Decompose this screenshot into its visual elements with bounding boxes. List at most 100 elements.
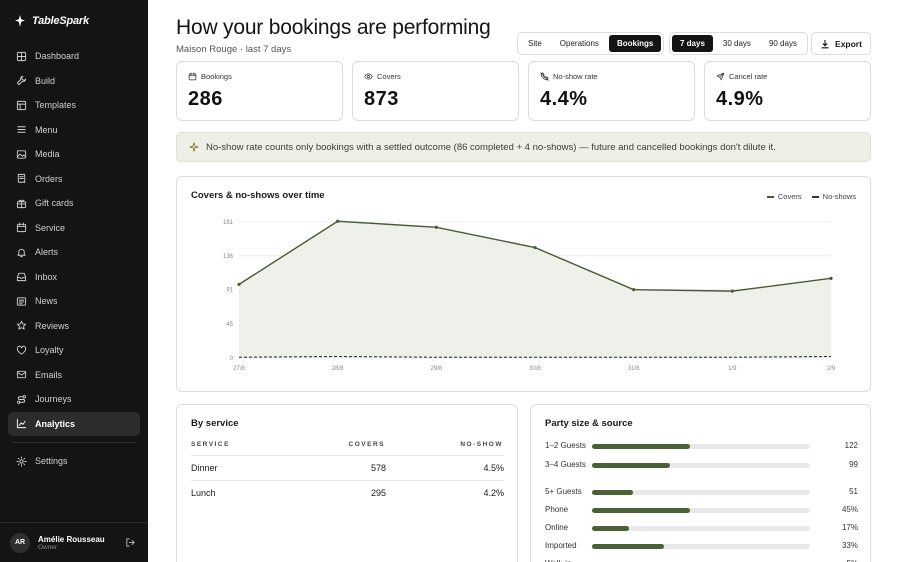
col-service[interactable]: SERVICE bbox=[191, 441, 230, 448]
phone-off-icon bbox=[540, 72, 549, 81]
x-tick-label: 31/8 bbox=[628, 366, 640, 372]
star-icon bbox=[16, 320, 27, 330]
sidebar-item-label: Orders bbox=[35, 173, 63, 184]
covers-chart-card: Covers & no-shows over time Covers No-sh… bbox=[176, 176, 871, 392]
sidebar-item-label: Emails bbox=[35, 369, 63, 380]
calendar-icon bbox=[188, 72, 197, 81]
info-notice: No-show rate counts only bookings with a… bbox=[176, 132, 871, 162]
cell-covers: 295 bbox=[370, 488, 386, 498]
sidebar-item-label: Alerts bbox=[35, 247, 59, 258]
bar-value: 99 bbox=[849, 460, 858, 469]
sidebar-item-media[interactable]: Media bbox=[8, 142, 140, 167]
party-card: Party size & source 1–2 Guests 122 3–4 Gue… bbox=[530, 404, 871, 562]
bar-fill bbox=[592, 463, 671, 468]
gift-icon bbox=[16, 199, 27, 208]
range-tab-7-days[interactable]: 7 days bbox=[672, 35, 713, 52]
page-subtitle: Maison Rouge · last 7 days bbox=[176, 44, 292, 55]
avatar: AR bbox=[10, 532, 30, 553]
cell-service: Dinner bbox=[191, 463, 218, 473]
gear-icon bbox=[16, 456, 27, 467]
bar-track bbox=[592, 463, 810, 468]
spark-logo-icon bbox=[15, 15, 25, 27]
brand[interactable]: TableSpark bbox=[14, 14, 89, 28]
sidebar-item-label: Analytics bbox=[35, 418, 76, 429]
range-tab-30-days[interactable]: 30 days bbox=[715, 35, 759, 52]
kpi-label-text: Covers bbox=[377, 72, 401, 81]
user-profile[interactable]: AR Amélie Rousseau Owner bbox=[0, 522, 148, 562]
covers-point bbox=[730, 289, 734, 293]
calendar-icon bbox=[16, 222, 27, 233]
notice-text: No-show rate counts only bookings with a… bbox=[206, 141, 776, 153]
view-tab-site[interactable]: Site bbox=[520, 35, 550, 52]
sidebar-item-emails[interactable]: Emails bbox=[8, 363, 140, 388]
kpi-label: Bookings bbox=[188, 72, 232, 81]
export-label: Export bbox=[835, 38, 862, 49]
logout-icon[interactable] bbox=[125, 537, 136, 548]
bar-fill bbox=[592, 444, 691, 449]
covers-point bbox=[829, 276, 833, 280]
view-tab-bookings[interactable]: Bookings bbox=[608, 35, 662, 52]
sidebar-item-build[interactable]: Build bbox=[8, 69, 140, 94]
table-row[interactable]: Lunch 295 4.2% bbox=[191, 480, 504, 505]
x-tick-label: 28/8 bbox=[332, 366, 344, 372]
sidebar-item-service[interactable]: Service bbox=[8, 216, 140, 241]
covers-point bbox=[336, 219, 340, 223]
col-noshow[interactable]: NO-SHOW bbox=[460, 441, 503, 448]
kpi-label: Cancel rate bbox=[716, 72, 767, 81]
service-card: By service SERVICE COVERS NO-SHOW Dinner… bbox=[176, 404, 518, 562]
sidebar-item-loyalty[interactable]: Loyalty bbox=[8, 338, 140, 363]
covers-point bbox=[434, 225, 438, 229]
bar-row: 1–2 Guests 122 bbox=[545, 441, 858, 454]
bar-fill bbox=[592, 490, 634, 495]
send-icon bbox=[716, 72, 725, 81]
sidebar-item-news[interactable]: News bbox=[8, 289, 140, 314]
user-role: Owner bbox=[38, 543, 58, 551]
sidebar-item-inbox[interactable]: Inbox bbox=[8, 265, 140, 290]
sidebar-item-journeys[interactable]: Journeys bbox=[8, 387, 140, 412]
kpi-card-covers: Covers 873 bbox=[352, 61, 519, 121]
kpi-value: 4.4% bbox=[540, 88, 588, 110]
bar-value: 45% bbox=[841, 505, 858, 514]
sidebar-item-templates[interactable]: Templates bbox=[8, 93, 140, 118]
route-icon bbox=[17, 394, 26, 404]
bar-label: Imported bbox=[545, 541, 577, 550]
x-tick-label: 27/8 bbox=[233, 366, 245, 372]
service-title: By service bbox=[191, 418, 239, 429]
export-button[interactable]: Export bbox=[811, 32, 871, 55]
sidebar-item-label: Dashboard bbox=[35, 51, 80, 62]
chart-icon bbox=[16, 419, 27, 429]
bar-value: 17% bbox=[841, 523, 858, 532]
bar-value: 33% bbox=[841, 541, 858, 550]
kpi-value: 286 bbox=[188, 88, 223, 110]
sidebar-item-reviews[interactable]: Reviews bbox=[8, 314, 140, 339]
col-covers[interactable]: COVERS bbox=[349, 441, 385, 448]
y-tick-label: 91 bbox=[226, 288, 233, 294]
brand-name: TableSpark bbox=[32, 15, 89, 27]
heart-icon bbox=[16, 345, 27, 355]
bar-row: Phone 45% bbox=[545, 505, 858, 518]
cell-noshow: 4.5% bbox=[483, 463, 504, 473]
sidebar-item-label: Build bbox=[35, 75, 56, 86]
bar-row: Imported 33% bbox=[545, 541, 858, 554]
bar-fill bbox=[592, 526, 630, 531]
bar-fill bbox=[592, 508, 691, 513]
sidebar-item-label: Reviews bbox=[35, 320, 70, 331]
sidebar-item-settings[interactable]: Settings bbox=[8, 449, 140, 474]
sidebar-item-dashboard[interactable]: Dashboard bbox=[8, 44, 140, 69]
covers-point bbox=[533, 245, 537, 250]
sidebar-item-gift-cards[interactable]: Gift cards bbox=[8, 191, 140, 216]
sidebar-item-label: Service bbox=[35, 222, 66, 233]
sparkle-icon bbox=[189, 142, 199, 152]
table-row[interactable]: Dinner 578 4.5% bbox=[191, 455, 504, 480]
sidebar-nav: Dashboard Build Templates Menu Media Orders Gi… bbox=[8, 44, 140, 474]
sidebar-item-orders[interactable]: Orders bbox=[8, 167, 140, 192]
sidebar-item-menu[interactable]: Menu bbox=[8, 118, 140, 143]
wrench-icon bbox=[16, 76, 27, 86]
sidebar-item-alerts[interactable]: Alerts bbox=[8, 240, 140, 265]
range-tab-90-days[interactable]: 90 days bbox=[761, 35, 805, 52]
view-tab-operations[interactable]: Operations bbox=[552, 35, 607, 52]
sidebar-divider bbox=[12, 442, 136, 443]
cell-noshow: 4.2% bbox=[483, 488, 504, 498]
bar-label: 3–4 Guests bbox=[545, 460, 586, 469]
sidebar-item-analytics[interactable]: Analytics bbox=[8, 411, 140, 436]
